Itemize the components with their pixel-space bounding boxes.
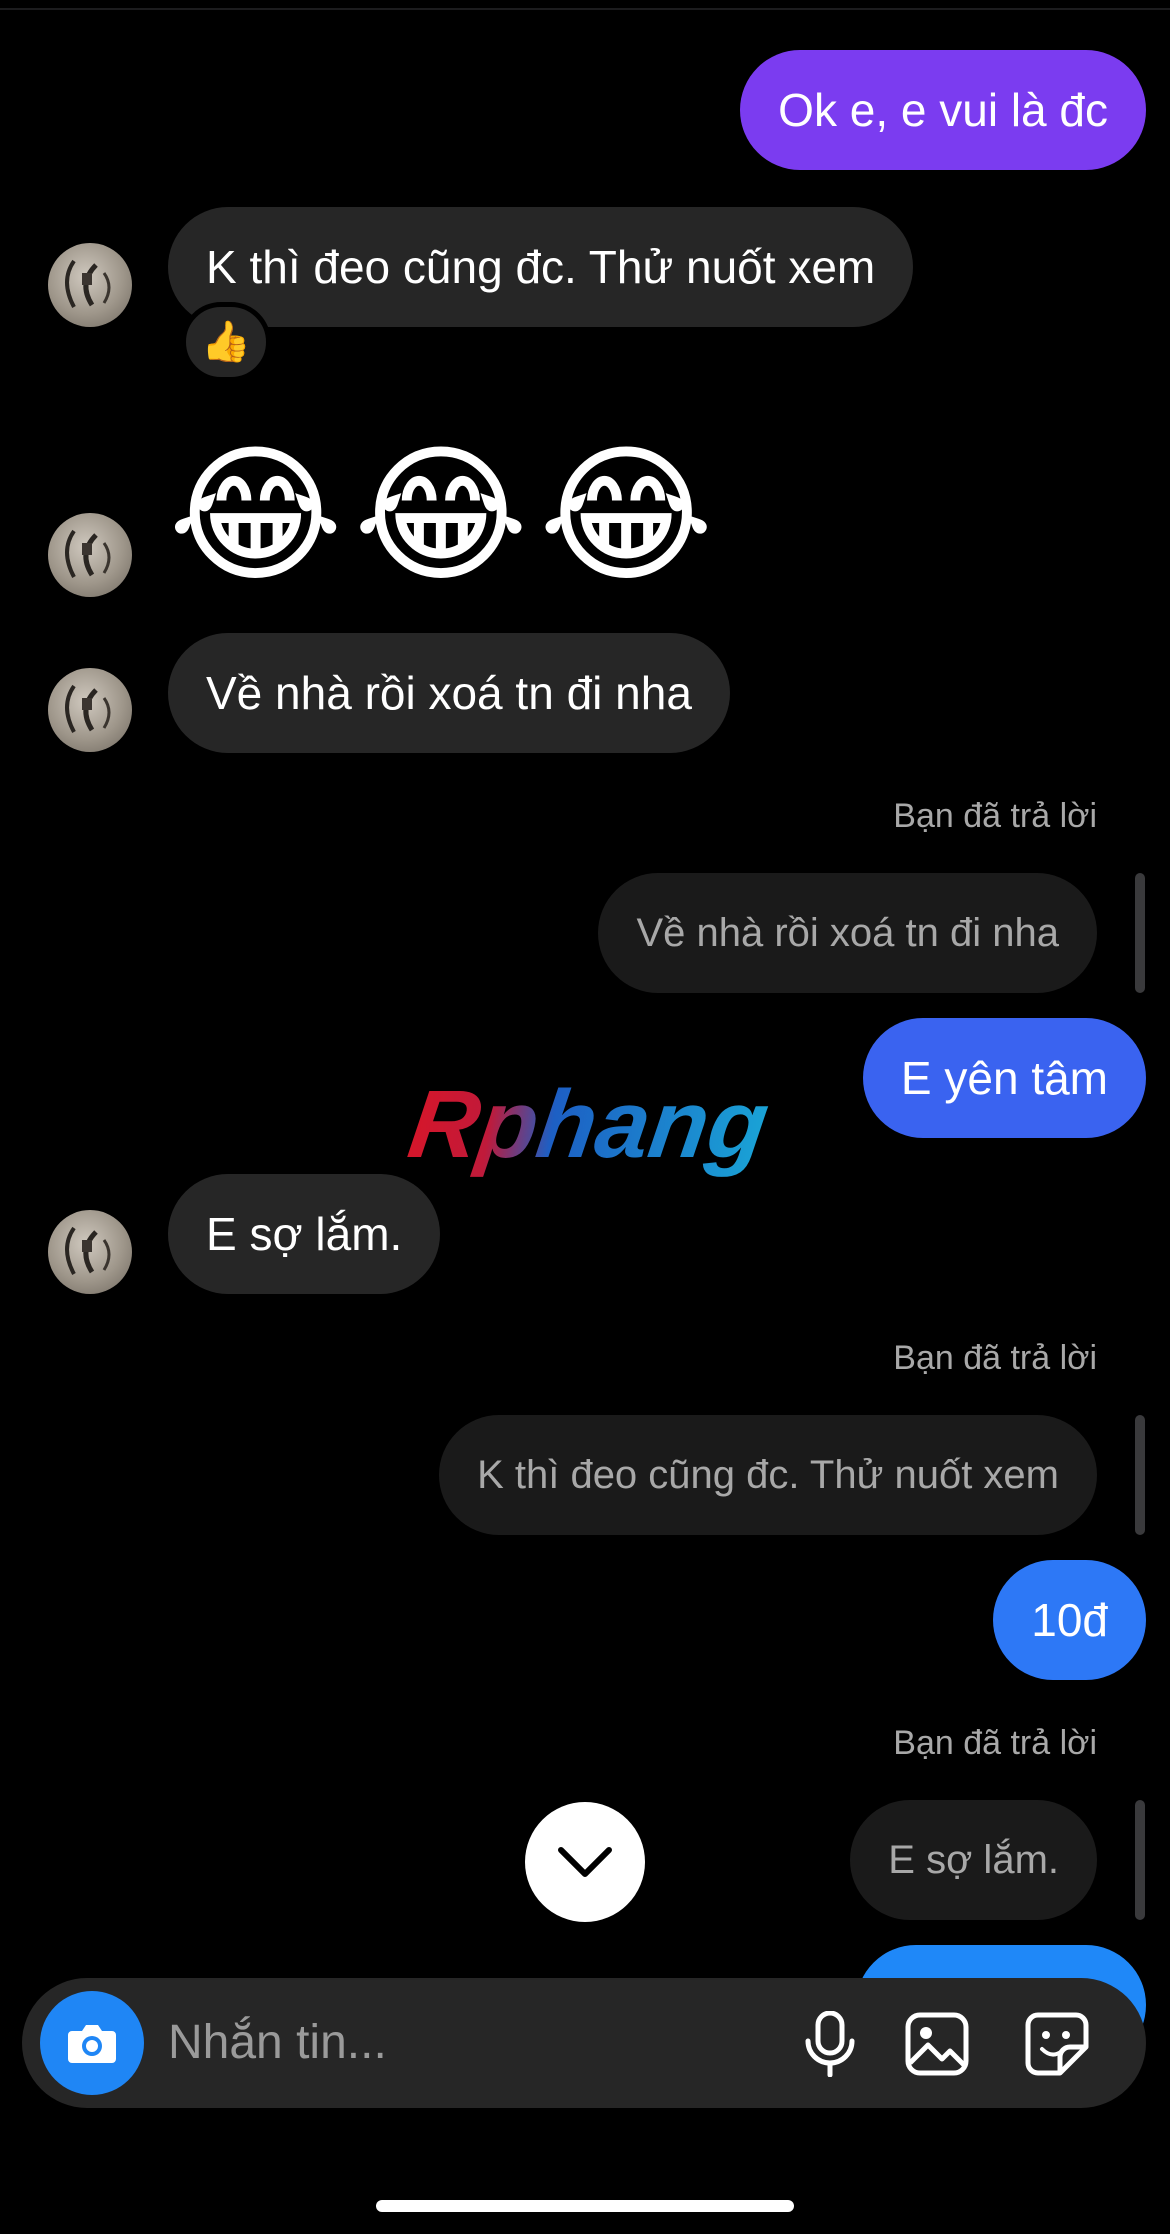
gallery-icon[interactable] (904, 2011, 970, 2082)
chat-screen: Ok e, e vui là đc K thì đeo cũng đc. Thử… (0, 0, 1170, 2234)
received-message[interactable]: E sợ lắm. (168, 1174, 441, 1294)
scroll-to-bottom-button[interactable] (525, 1802, 645, 1922)
sent-message[interactable]: 10đ (993, 1560, 1146, 1680)
message-composer: Nhắn tin... (22, 1978, 1146, 2108)
sent-message[interactable]: E yên tâm (862, 1018, 1146, 1138)
quoted-message[interactable]: K thì đeo cũng đc. Thử nuốt xem (439, 1415, 1097, 1535)
reply-label: Bạn đã trả lời (893, 1339, 1097, 1377)
received-message[interactable]: Về nhà rồi xoá tn đi nha (168, 633, 730, 753)
message-input[interactable]: Nhắn tin... (168, 1978, 768, 2108)
avatar[interactable] (48, 1210, 132, 1294)
emoji-message[interactable]: 😂😂😂 (168, 435, 724, 595)
reaction-badge[interactable]: 👍 (181, 302, 271, 382)
quote-bar (1135, 873, 1145, 993)
received-message[interactable]: K thì đeo cũng đc. Thử nuốt xem (168, 207, 914, 327)
quoted-message[interactable]: E sợ lắm. (850, 1800, 1097, 1920)
reply-label: Bạn đã trả lời (893, 1724, 1097, 1762)
quote-bar (1135, 1800, 1145, 1920)
sent-message[interactable]: Ok e, e vui là đc (740, 50, 1146, 170)
avatar[interactable] (48, 513, 132, 597)
quote-bar (1135, 1415, 1145, 1535)
home-indicator[interactable] (376, 2200, 794, 2212)
sticker-icon[interactable] (1024, 2011, 1090, 2082)
reply-label: Bạn đã trả lời (893, 797, 1097, 835)
avatar[interactable] (48, 668, 132, 752)
avatar[interactable] (48, 243, 132, 327)
microphone-icon[interactable] (800, 2010, 860, 2082)
watermark-logo: Rphang (402, 1071, 775, 1178)
camera-button[interactable] (40, 1991, 144, 2095)
quoted-message[interactable]: Về nhà rồi xoá tn đi nha (598, 873, 1097, 993)
top-divider (0, 8, 1170, 10)
